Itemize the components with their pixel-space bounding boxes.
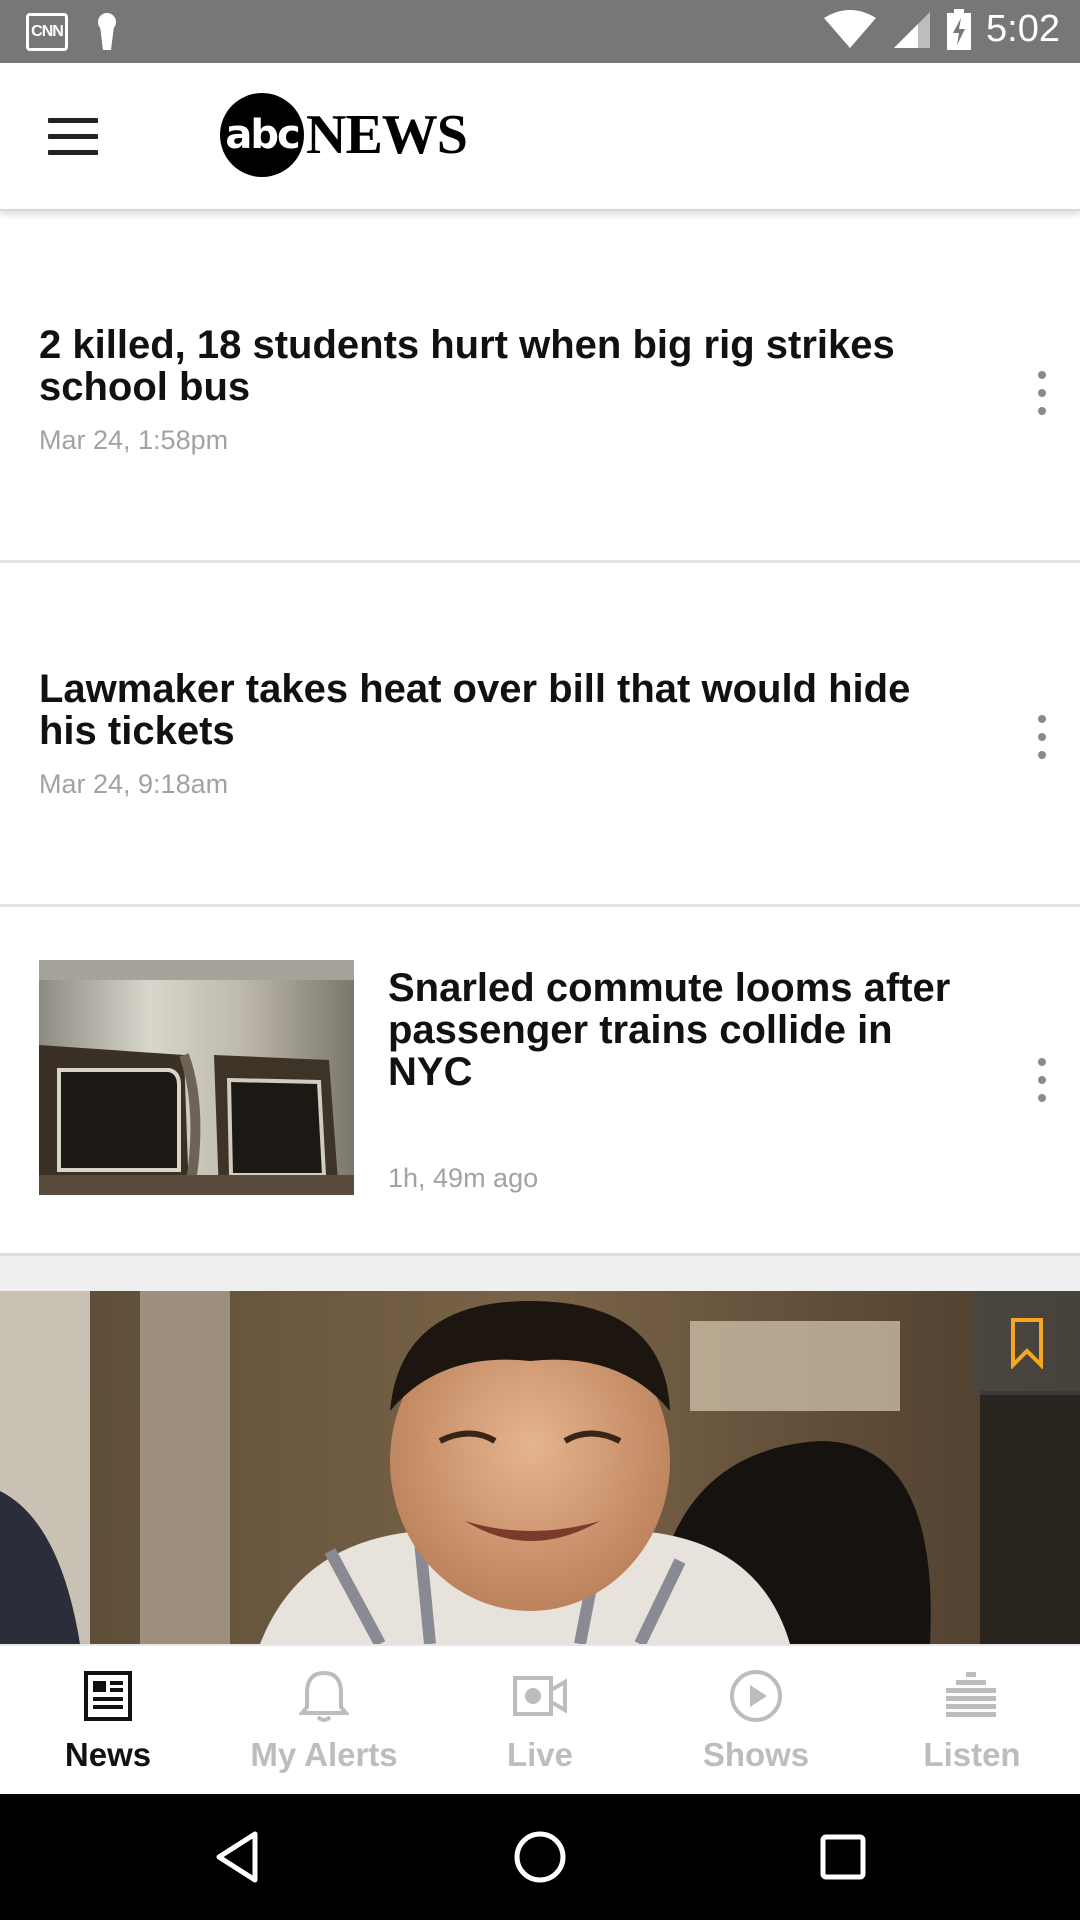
equalizer-icon [944, 1668, 1000, 1724]
status-time: 5:02 [986, 8, 1060, 50]
newspaper-icon [80, 1668, 136, 1724]
wifi-icon [824, 9, 877, 48]
status-bar: CNN 5:02 [0, 0, 1080, 63]
nav-my-alerts[interactable]: My Alerts [216, 1646, 432, 1794]
nav-label: News [64, 1736, 152, 1773]
bottom-navigation: News My Alerts Live Shows Listen [0, 1644, 1080, 1794]
article-title[interactable]: 2 killed, 18 students hurt when big rig … [39, 324, 919, 408]
article-title[interactable]: Lawmaker takes heat over bill that would… [39, 668, 919, 752]
bell-icon [296, 1668, 352, 1724]
bookmark-icon [1011, 1318, 1043, 1369]
battery-charging-icon [947, 8, 972, 50]
home-icon[interactable] [507, 1824, 573, 1890]
article-card[interactable]: 2 killed, 18 students hurt when big rig … [0, 211, 1080, 563]
bookmark-button[interactable] [974, 1291, 1080, 1395]
status-bar-left: CNN [26, 12, 120, 52]
article-timestamp: Mar 24, 1:58pm [39, 425, 229, 455]
nav-label: My Alerts [250, 1736, 398, 1773]
back-icon[interactable] [204, 1824, 270, 1890]
article-card[interactable]: Lawmaker takes heat over bill that would… [0, 563, 1080, 907]
nav-news[interactable]: News [0, 1646, 216, 1794]
nav-listen[interactable]: Listen [864, 1646, 1080, 1794]
section-separator [0, 1253, 1080, 1291]
article-thumbnail[interactable] [39, 960, 354, 1195]
logo-abc: abc [220, 93, 304, 177]
abc-news-logo: abc NEWS [220, 93, 468, 177]
play-circle-icon [728, 1668, 784, 1724]
nav-label: Listen [923, 1736, 1021, 1773]
cell-signal-icon [894, 11, 931, 48]
nav-shows[interactable]: Shows [648, 1646, 864, 1794]
hamburger-menu-icon[interactable] [48, 118, 98, 156]
more-options-icon[interactable] [1032, 715, 1052, 759]
nav-label: Live [506, 1736, 574, 1773]
article-title[interactable]: Snarled commute looms after passenger tr… [388, 967, 988, 1093]
more-options-icon[interactable] [1032, 1058, 1052, 1102]
nav-live[interactable]: Live [432, 1646, 648, 1794]
cnn-notification-icon: CNN [26, 13, 68, 51]
app-header: abc NEWS [0, 63, 1080, 211]
status-bar-right: 5:02 [822, 8, 1060, 51]
logo-news: NEWS [306, 104, 468, 166]
article-timestamp: Mar 24, 9:18am [39, 769, 229, 799]
video-camera-icon [512, 1668, 568, 1724]
article-timestamp: 1h, 49m ago [388, 1163, 539, 1193]
nav-label: Shows [702, 1736, 810, 1773]
recents-icon[interactable] [810, 1824, 876, 1890]
article-card[interactable]: Snarled commute looms after passenger tr… [0, 907, 1080, 1253]
keyhole-notification-icon [98, 13, 116, 50]
hero-story-image[interactable] [0, 1291, 1080, 1644]
system-navigation-bar [0, 1794, 1080, 1920]
more-options-icon[interactable] [1032, 371, 1052, 415]
